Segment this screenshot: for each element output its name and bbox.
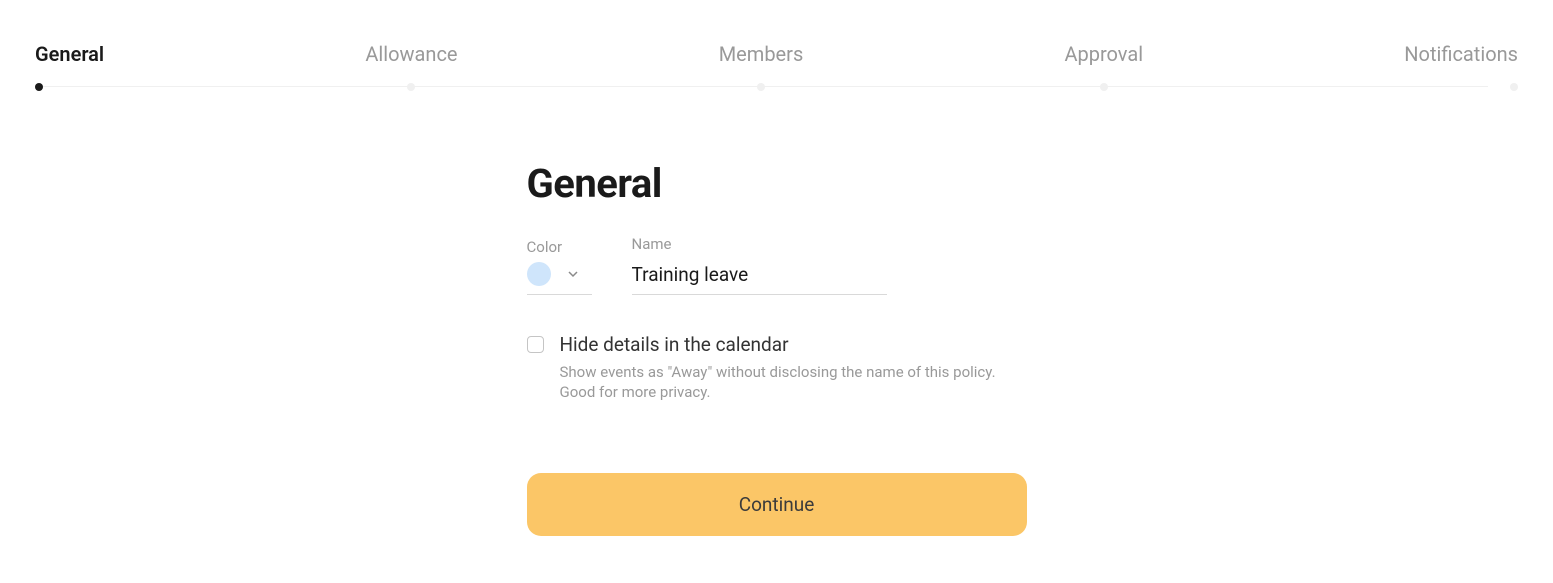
page-title: General [527,160,1027,207]
content-panel: General Color Name Hide details in the c… [527,160,1027,536]
step-members[interactable]: Members [719,0,804,66]
color-picker[interactable] [527,262,592,295]
name-input[interactable] [632,259,887,295]
step-label: Members [719,42,804,66]
hide-details-label: Hide details in the calendar [560,333,1027,356]
stepper: General Allowance Members Approval Notif… [0,0,1553,90]
name-label: Name [632,235,1027,253]
step-allowance[interactable]: Allowance [365,0,457,66]
color-field: Color [527,238,592,295]
step-label: General [35,42,104,66]
name-field: Name [632,235,1027,295]
color-label: Color [527,238,592,256]
chevron-down-icon [567,268,579,280]
step-notifications[interactable]: Notifications [1404,0,1518,66]
step-label: Approval [1064,42,1143,66]
step-label: Allowance [365,42,457,66]
step-dot [1510,83,1518,91]
hide-details-row: Hide details in the calendar Show events… [527,333,1027,403]
step-dot [1100,83,1108,91]
step-label: Notifications [1404,42,1518,66]
hide-details-help: Show events as "Away" without disclosing… [560,362,1027,403]
step-general[interactable]: General [35,0,104,66]
hide-details-checkbox[interactable] [527,336,544,353]
step-dot [35,83,43,91]
step-dot [757,83,765,91]
continue-button[interactable]: Continue [527,473,1027,536]
color-swatch [527,262,551,286]
step-approval[interactable]: Approval [1064,0,1143,66]
step-dot [407,83,415,91]
